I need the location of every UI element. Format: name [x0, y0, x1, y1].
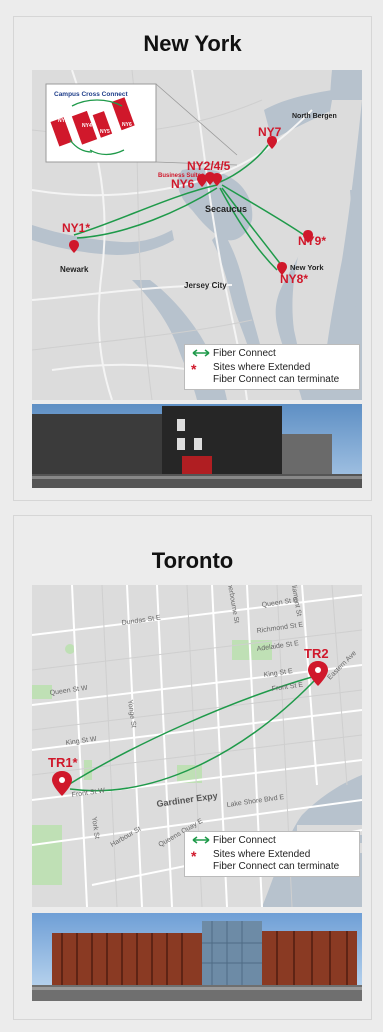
- pin-label-ny7: NY7: [258, 125, 282, 139]
- pin-label-ny245: NY2/4/5: [187, 159, 231, 173]
- toronto-map: TR1* TR2 Dundas St E Queen St E Richmond…: [32, 585, 362, 907]
- place-jersey-city: Jersey City: [184, 281, 227, 290]
- legend-sites-line1: Sites where Extended: [213, 849, 311, 860]
- legend-sites-line2: Fiber Connect can terminate: [213, 374, 340, 385]
- inset-building-ny5: NY5: [100, 129, 110, 135]
- toronto-photo: [32, 913, 362, 1001]
- place-secaucus: Secaucus: [205, 204, 247, 214]
- inset-building-ny2: NY2: [58, 118, 68, 124]
- newyork-title: New York: [143, 31, 242, 56]
- inset-building-ny6: NY6: [122, 122, 132, 128]
- newyork-photo: [32, 404, 362, 488]
- newyork-legend: Fiber Connect * Sites where Extended Fib…: [184, 344, 360, 390]
- double-arrow-icon: [191, 835, 213, 849]
- pin-label-ny6: NY6: [171, 177, 195, 191]
- pin-label-ny9: NY9*: [298, 234, 326, 248]
- pin-label-ny1: NY1*: [62, 221, 90, 235]
- double-arrow-icon: [191, 348, 213, 362]
- legend-sites-line1: Sites where Extended: [213, 362, 311, 373]
- pin-label-tr2: TR2: [304, 646, 329, 661]
- place-new-york: New York: [290, 263, 324, 272]
- asterisk-icon: *: [191, 848, 197, 864]
- asterisk-icon: *: [191, 361, 197, 377]
- legend-sites-line2: Fiber Connect can terminate: [213, 861, 340, 872]
- toronto-legend: Fiber Connect * Sites where Extended Fib…: [184, 831, 360, 877]
- pin-label-ny8: NY8*: [280, 272, 308, 286]
- legend-fiber-connect: Fiber Connect: [213, 348, 276, 359]
- pin-label-business-suites: Business Suites: [158, 173, 205, 179]
- place-north-bergen: North Bergen: [292, 113, 337, 120]
- legend-fiber-connect: Fiber Connect: [213, 835, 276, 846]
- inset-building-ny4: NY4: [82, 123, 92, 129]
- pin-label-tr1: TR1*: [48, 755, 79, 770]
- toronto-title: Toronto: [151, 548, 234, 573]
- inset-title: Campus Cross Connect: [54, 91, 129, 98]
- place-newark: Newark: [60, 265, 89, 274]
- newyork-map: Campus Cross Connect NY2 NY4 NY5 NY6 NY1…: [32, 70, 362, 400]
